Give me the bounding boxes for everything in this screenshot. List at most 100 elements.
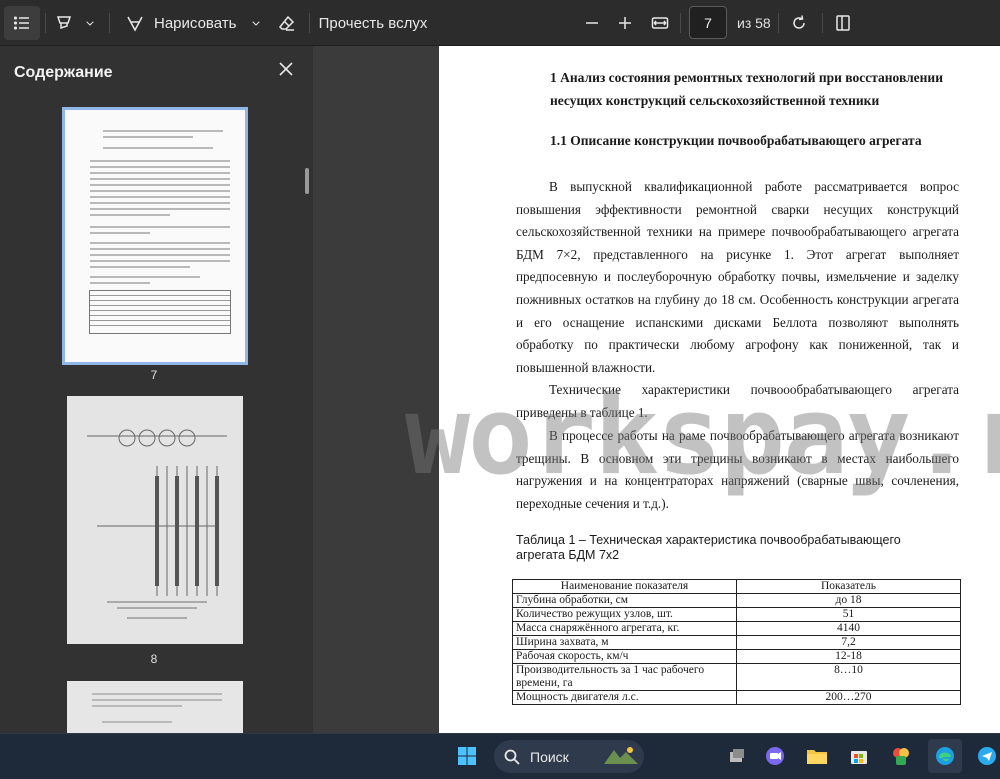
table-header-cell: Показатель: [736, 579, 961, 594]
toolbar-divider: [45, 13, 46, 33]
param-name-cell: Производительность за 1 час рабочего вре…: [512, 663, 737, 691]
store-button[interactable]: [842, 739, 876, 773]
table-header-row: Наименование показателя Показатель: [512, 579, 961, 594]
toolbar-divider: [778, 13, 779, 33]
draw-button[interactable]: Нарисовать: [126, 6, 246, 40]
page-thumbnail-9[interactable]: [67, 681, 243, 733]
close-icon: [279, 62, 293, 76]
task-view-button[interactable]: [720, 739, 754, 773]
page-view-icon: [836, 15, 850, 31]
param-value-cell: 7,2: [736, 635, 961, 650]
table-row: Мощность двигателя л.с. 200…270: [512, 690, 961, 705]
page-number-input[interactable]: 7: [689, 6, 727, 39]
section-heading: 1 Анализ состояния ремонтных технологий …: [550, 70, 943, 108]
param-name-cell: Глубина обработки, см: [512, 593, 737, 608]
telegram-icon: [978, 747, 996, 765]
toolbar-divider: [109, 13, 110, 33]
rotate-button[interactable]: [786, 6, 812, 40]
toolbar-divider: [680, 13, 681, 33]
file-explorer-button[interactable]: [800, 739, 834, 773]
paragraph-2-text: Технические характеристики почвоообрабат…: [516, 382, 959, 420]
toolbar-divider: [309, 13, 310, 33]
table-row: Глубина обработки, см до 18: [512, 593, 961, 608]
plus-icon: [619, 17, 631, 29]
page-view-button[interactable]: [830, 6, 856, 40]
paragraph-3-text: В процессе работы на раме почвообрабатыв…: [516, 428, 959, 511]
highlight-dropdown[interactable]: [80, 6, 100, 40]
taskbar: Поиск: [0, 733, 1000, 779]
eraser-icon: [278, 15, 295, 31]
read-aloud-label: Прочесть вслух: [318, 14, 428, 32]
folder-icon: [807, 750, 827, 764]
chevron-down-icon: [252, 21, 260, 26]
table-caption: Таблица 1 – Техническая характеристика п…: [516, 533, 901, 562]
search-highlight-icon: [602, 744, 640, 769]
contents-panel: Содержание 7 8: [0, 46, 313, 733]
paragraph-3: В процессе работы на раме почвообрабатыв…: [516, 425, 959, 515]
close-contents-button[interactable]: [277, 60, 299, 82]
page-thumbnail-8[interactable]: [67, 396, 243, 644]
param-value-cell: 200…270: [736, 690, 961, 705]
contents-scrollbar[interactable]: [305, 168, 309, 194]
mail-app-icon: [893, 748, 909, 765]
edge-icon: [936, 747, 954, 765]
draw-label: Нарисовать: [154, 14, 237, 32]
table-row: Ширина захвата, м 7,2: [512, 635, 961, 650]
rotate-icon: [793, 15, 805, 29]
page-thumbnail-7[interactable]: [62, 107, 248, 365]
read-aloud-button[interactable]: Прочесть вслух: [318, 6, 428, 40]
param-value-cell: 8…10: [736, 663, 961, 691]
teams-chat-button[interactable]: [758, 739, 792, 773]
paragraph-1: В выпускной квалификационной работе расс…: [516, 176, 959, 379]
table-row: Количество режущих узлов, шт. 51: [512, 607, 961, 622]
thumbnail-page-number: 7: [150, 368, 158, 382]
highlight-button[interactable]: [52, 6, 76, 40]
mail-app-button[interactable]: [884, 739, 918, 773]
document-page: 1 Анализ состояния ремонтных технологий …: [439, 46, 1000, 733]
paragraph-1-text: В выпускной квалификационной работе расс…: [516, 179, 959, 375]
task-view-icon: [730, 749, 744, 762]
fit-width-button[interactable]: [646, 6, 674, 40]
list-icon: [13, 16, 29, 30]
param-name-cell: Мощность двигателя л.с.: [512, 690, 737, 705]
search-label: Поиск: [530, 748, 569, 765]
taskbar-search[interactable]: Поиск: [494, 740, 644, 773]
param-name-cell: Масса снаряжённого агрегата, кг.: [512, 621, 737, 636]
telegram-button[interactable]: [970, 739, 1000, 773]
param-name-cell: Ширина захвата, м: [512, 635, 737, 650]
chevron-down-icon: [86, 21, 94, 26]
spec-table: Наименование показателя Показатель Глубина…: [512, 579, 961, 705]
zoom-in-button[interactable]: [613, 6, 637, 40]
param-value-cell: 12-18: [736, 649, 961, 664]
param-name-cell: Количество режущих узлов, шт.: [512, 607, 737, 622]
paragraph-2: Технические характеристики почвоообрабат…: [516, 379, 959, 424]
start-button[interactable]: [450, 739, 484, 773]
table-row: Производительность за 1 час рабочего вре…: [512, 663, 961, 691]
zoom-out-button[interactable]: [580, 6, 604, 40]
contents-toggle-button[interactable]: [4, 6, 40, 40]
contents-title: Содержание: [14, 64, 113, 81]
draw-pen-icon: [127, 16, 143, 32]
edge-browser-button[interactable]: [928, 739, 962, 773]
search-icon: [504, 749, 520, 765]
param-name-cell: Рабочая скорость, км/ч: [512, 649, 737, 664]
draw-dropdown[interactable]: [246, 6, 266, 40]
param-value-cell: 4140: [736, 621, 961, 636]
param-value-cell: до 18: [736, 593, 961, 608]
table-row: Масса снаряжённого агрегата, кг. 4140: [512, 621, 961, 636]
table-row: Рабочая скорость, км/ч 12-18: [512, 649, 961, 664]
highlighter-icon: [56, 16, 72, 30]
document-viewer[interactable]: 1 Анализ состояния ремонтных технологий …: [313, 46, 1000, 733]
page-count: из 58: [737, 15, 771, 31]
chat-icon: [766, 747, 784, 765]
fit-width-icon: [651, 17, 669, 29]
toolbar-divider: [822, 13, 823, 33]
toolbar: Нарисовать Прочесть вслух 7 из 58: [0, 0, 1000, 46]
param-value-cell: 51: [736, 607, 961, 622]
minus-icon: [586, 22, 598, 24]
eraser-button[interactable]: [274, 6, 300, 40]
figure-drawing-icon: [87, 429, 227, 619]
store-icon: [851, 751, 867, 764]
subsection-heading: 1.1 Описание конструкции почвообрабатыва…: [550, 133, 922, 148]
table-header-cell: Наименование показателя: [512, 579, 737, 594]
